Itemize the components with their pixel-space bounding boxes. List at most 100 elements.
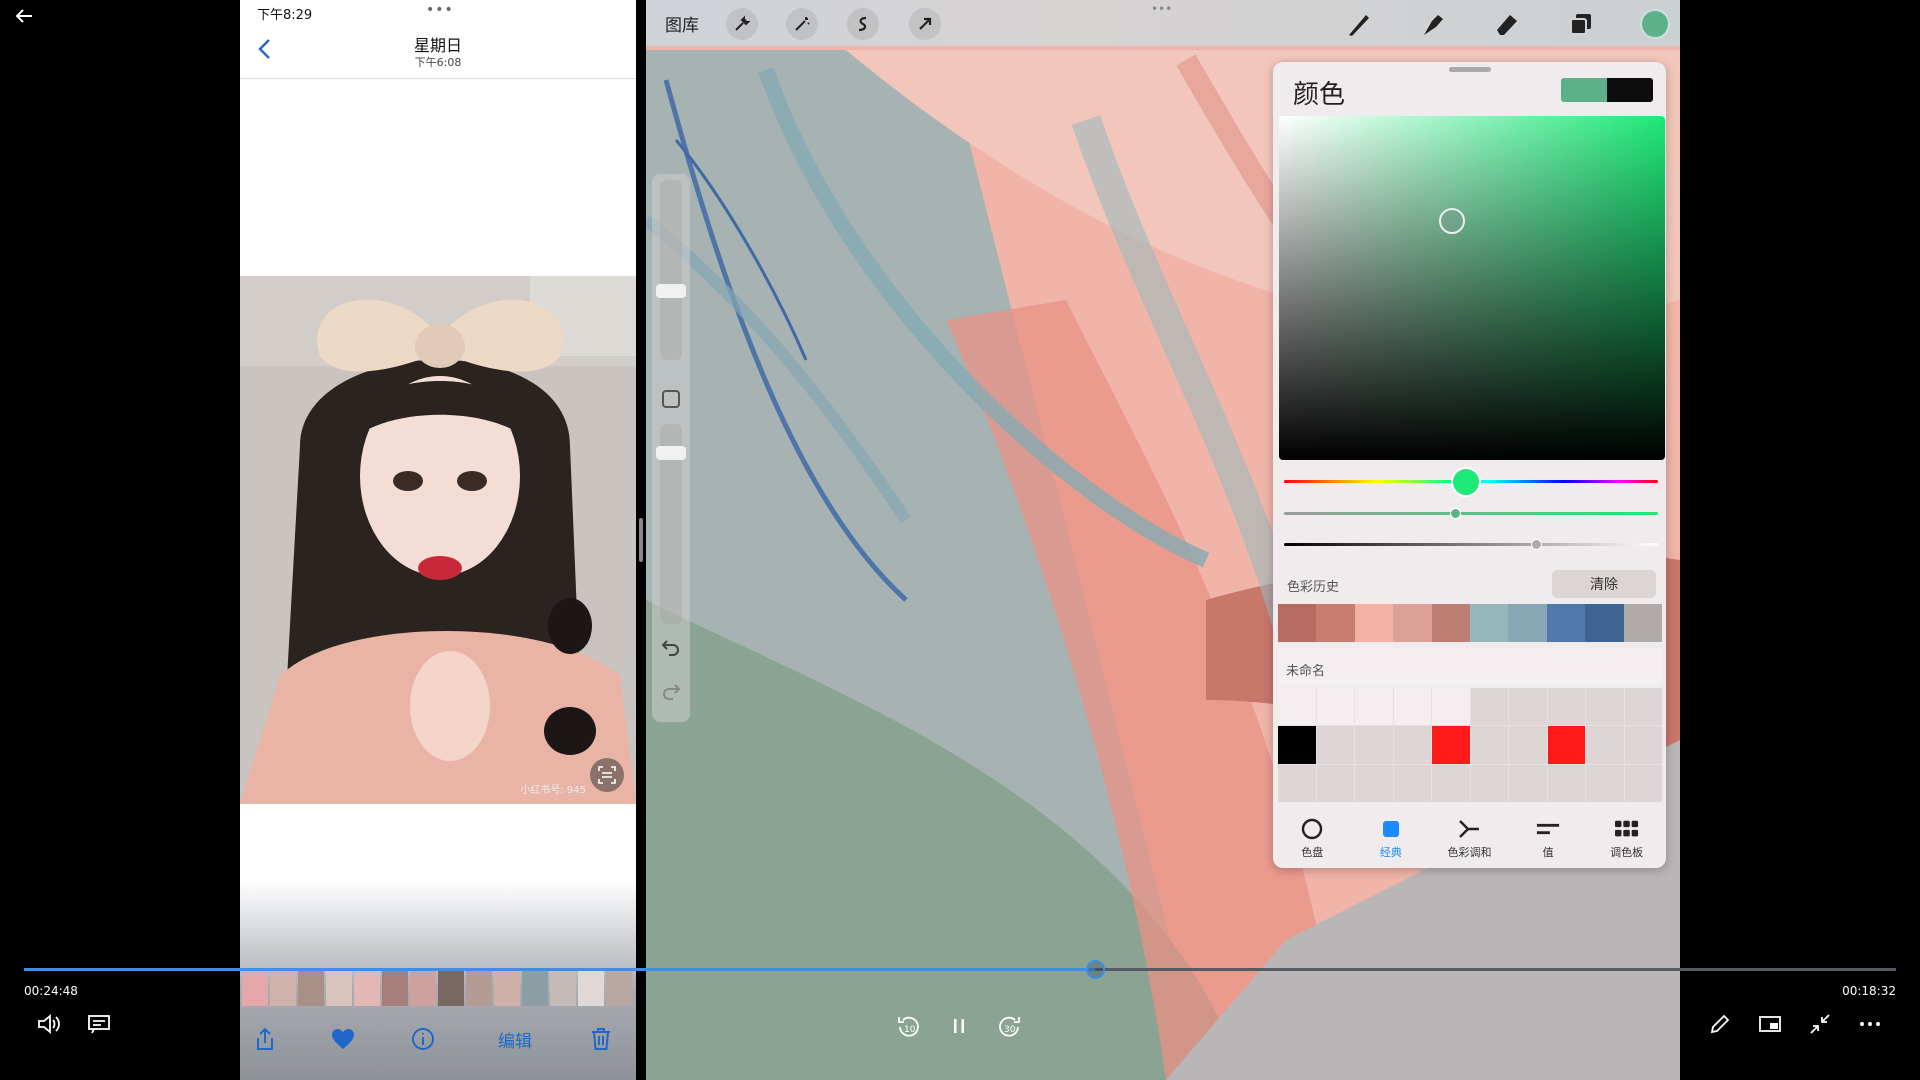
palette-swatch[interactable] [1470,688,1508,726]
multitask-dots[interactable]: ••• [1151,2,1172,16]
active-color-button[interactable] [1640,9,1670,39]
tab-harmony[interactable]: 色彩调和 [1430,810,1509,868]
secondary-color-swatch[interactable] [1607,78,1653,102]
tab-classic[interactable]: 经典 [1352,810,1431,868]
history-swatch[interactable] [1470,604,1509,642]
thumbnail[interactable] [270,968,296,1006]
history-swatch[interactable] [1278,604,1317,642]
rewind-10-icon[interactable]: 10 [893,1010,925,1042]
palette-swatch[interactable] [1624,688,1662,726]
progress-knob[interactable] [1085,960,1105,979]
eraser-icon[interactable] [1491,8,1523,40]
reference-photo[interactable]: 小红书号: 945 [240,276,636,804]
video-progress-bar[interactable] [24,960,1896,979]
palette-swatch[interactable] [1278,764,1316,802]
palette-swatch[interactable] [1278,688,1316,726]
thumbnail[interactable] [382,968,408,1006]
thumbnail[interactable] [494,968,520,1006]
tab-palettes[interactable]: 调色板 [1587,810,1666,868]
wrench-icon[interactable] [726,8,758,40]
exit-fullscreen-icon[interactable] [1804,1008,1836,1040]
history-swatch[interactable] [1431,604,1471,642]
brush-size-slider[interactable] [660,180,682,360]
palette-swatch[interactable] [1509,688,1547,726]
thumbnail[interactable] [242,968,268,1006]
palette-swatch[interactable] [1355,764,1393,802]
palette-swatch[interactable] [1470,764,1508,802]
tab-disc[interactable]: 色盘 [1273,810,1352,868]
palette-swatch[interactable] [1624,726,1662,764]
thumbnail[interactable] [410,968,436,1006]
tab-value[interactable]: 值 [1509,810,1588,868]
multitask-dots[interactable]: ••• [426,2,454,18]
saturation-brightness-picker[interactable] [1279,116,1665,460]
redo-icon[interactable] [661,682,681,700]
palette-swatch[interactable] [1393,726,1431,764]
palette-swatch[interactable] [1547,688,1585,726]
live-text-scan-icon[interactable] [590,758,624,792]
hue-slider-knob[interactable] [1451,467,1481,497]
layers-icon[interactable] [1565,8,1597,40]
palette-swatch[interactable] [1586,688,1624,726]
history-swatch[interactable] [1508,604,1547,642]
palette-swatch[interactable] [1316,726,1354,764]
history-swatch[interactable] [1316,604,1355,642]
magic-wand-icon[interactable] [786,8,818,40]
palette-swatch[interactable] [1470,726,1508,764]
palette-swatch[interactable] [1316,764,1354,802]
history-swatch[interactable] [1393,604,1432,642]
palette-name[interactable]: 未命名 [1286,660,1325,679]
pause-icon[interactable] [943,1010,975,1042]
split-view-divider-handle[interactable] [639,518,643,562]
smudge-icon[interactable] [1417,8,1449,40]
palette-swatch[interactable] [1393,688,1431,726]
clear-history-button[interactable]: 清除 [1552,570,1656,598]
saturation-slider[interactable] [1284,512,1658,515]
transform-arrow-icon[interactable] [909,8,941,40]
info-icon[interactable] [408,1024,438,1054]
color-picker-knob[interactable] [1439,208,1465,234]
palette-swatch[interactable] [1586,726,1624,764]
subtitles-icon[interactable] [83,1008,115,1040]
thumbnail[interactable] [606,968,632,1006]
share-icon[interactable] [250,1024,280,1054]
edit-button[interactable]: 编辑 [490,1024,540,1054]
history-swatch[interactable] [1623,604,1663,642]
palette-swatch[interactable] [1509,726,1547,764]
palette-swatch[interactable] [1624,764,1662,802]
undo-icon[interactable] [661,638,681,656]
history-swatch[interactable] [1354,604,1394,642]
gallery-button[interactable]: 图库 [665,11,699,36]
saturation-slider-knob[interactable] [1450,508,1461,519]
palette-swatch[interactable] [1393,764,1431,802]
palette-swatch-black[interactable] [1278,726,1316,764]
brush-icon[interactable] [1343,8,1375,40]
popup-grabber[interactable] [1449,67,1491,72]
history-swatch[interactable] [1546,604,1586,642]
thumbnail-strip[interactable] [240,968,636,1012]
palette-swatch[interactable] [1355,726,1393,764]
modify-square-icon[interactable] [662,390,680,408]
thumbnail[interactable] [326,968,352,1006]
thumbnail[interactable] [522,968,548,1006]
trash-icon[interactable] [586,1024,616,1054]
palette-swatch[interactable] [1509,764,1547,802]
favorite-heart-icon[interactable] [328,1024,358,1054]
palette-swatch[interactable] [1586,764,1624,802]
palette-swatch[interactable] [1432,688,1470,726]
palette-swatch[interactable] [1355,688,1393,726]
picture-in-picture-icon[interactable] [1754,1008,1786,1040]
brush-size-handle[interactable] [656,284,686,298]
brightness-slider[interactable] [1284,543,1658,546]
selection-icon[interactable] [847,8,879,40]
thumbnail[interactable] [578,968,604,1006]
primary-color-swatch[interactable] [1561,78,1607,102]
forward-30-icon[interactable]: 30 [993,1010,1025,1042]
volume-icon[interactable] [33,1008,65,1040]
thumbnail[interactable] [466,968,492,1006]
opacity-handle[interactable] [656,446,686,460]
thumbnail[interactable] [298,968,324,1006]
back-arrow-icon[interactable] [12,4,36,28]
palette-swatch[interactable] [1316,688,1354,726]
brightness-slider-knob[interactable] [1531,539,1542,550]
